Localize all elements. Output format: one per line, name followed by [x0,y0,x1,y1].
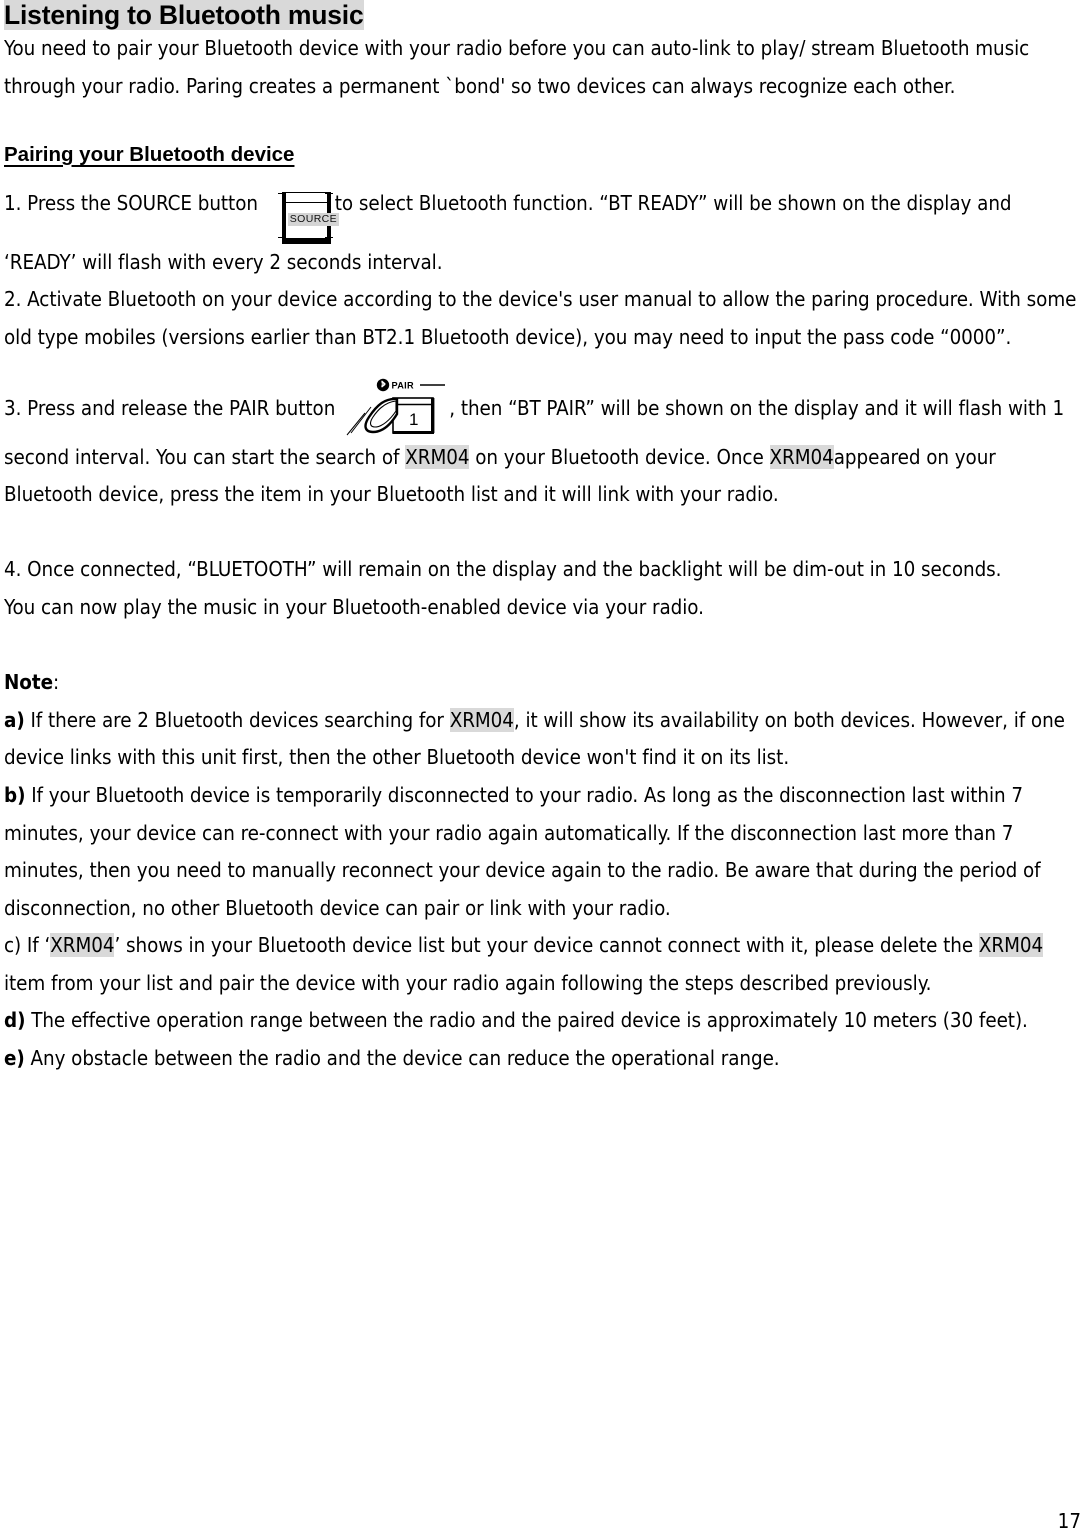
note-item-d: d) The effective operation range between… [4,1002,1081,1040]
device-name-highlight: XRM04 [405,444,470,469]
note-label: Note [4,670,53,695]
step-2-paragraph: 2. Activate Bluetooth on your device acc… [4,287,1077,349]
note-heading: Note: [4,664,1081,702]
step-4-extra-paragraph: You can now play the music in your Bluet… [4,594,704,619]
note-item-e: e) Any obstacle between the radio and th… [4,1040,1081,1078]
page-title-text: Listening to Bluetooth music [4,0,364,30]
source-button-bottom-edge [281,238,331,244]
note-item-c: c) If ‘XRM04’ shows in your Bluetooth de… [4,927,1081,1002]
note-marker-b: b) [4,782,26,807]
note-item-a: a) If there are 2 Bluetooth devices sear… [4,702,1081,777]
note-d-text: The effective operation range between th… [25,1008,1028,1033]
note-marker-d: d) [4,1008,26,1033]
note-label-colon: : [52,670,60,695]
note-c-text-before: If ‘ [21,933,51,958]
note-c-text-mid: ’ shows in your Bluetooth device list bu… [114,933,979,958]
svg-text:1: 1 [409,410,418,429]
note-marker-a: a) [4,707,25,732]
source-button-tick-bottom [277,236,286,239]
section-heading-row: Pairing your Bluetooth device [4,143,1081,167]
svg-text:PAIR: PAIR [392,380,415,390]
step-3-text-mid-2: on your Bluetooth device. Once [469,444,770,469]
intro-paragraph: You need to pair your Bluetooth device w… [4,36,1030,98]
step-1-paragraph: 1. Press the SOURCE button SOURCE to sel… [4,185,1081,282]
note-marker-c: c) [4,933,22,958]
page-number: 17 [1057,1509,1081,1533]
step-3-text-before: 3. Press and release the PAIR button [4,395,336,420]
pair-button-svg: PAIR 1 [346,378,446,435]
step-1-text-before: 1. Press the SOURCE button [4,190,264,215]
step-4-paragraph: 4. Once connected, “BLUETOOTH” will rema… [4,557,1002,582]
device-name-highlight: XRM04 [449,707,514,732]
source-button-left-edge [281,191,286,239]
source-button-label: SOURCE [287,212,340,226]
source-button-topline [281,201,330,203]
document-page: Listening to Bluetooth music You need to… [0,0,1089,1537]
note-marker-e: e) [4,1046,25,1071]
source-button-illustration: SOURCE [276,191,340,244]
note-b-text: If your Bluetooth device is temporarily … [4,782,1041,920]
device-name-highlight: XRM04 [50,933,115,958]
section-heading: Pairing your Bluetooth device [4,142,295,166]
source-button-tick-top [277,192,286,195]
note-c-text-after: item from your list and pair the device … [4,970,932,995]
device-name-highlight: XRM04 [978,933,1044,958]
note-item-b: b) If your Bluetooth device is temporari… [4,777,1081,927]
source-button-tick-bottom-right [324,236,333,239]
source-button-tick-top-right [324,192,333,195]
note-a-text-before: If there are 2 Bluetooth devices searchi… [24,707,450,732]
step-3-paragraph: 3. Press and release the PAIR button PAI… [4,377,1081,514]
page-title: Listening to Bluetooth music [4,0,1081,30]
note-e-text: Any obstacle between the radio and the d… [24,1046,780,1071]
device-name-highlight: XRM04 [769,444,834,469]
pair-button-illustration: PAIR 1 [331,377,449,439]
